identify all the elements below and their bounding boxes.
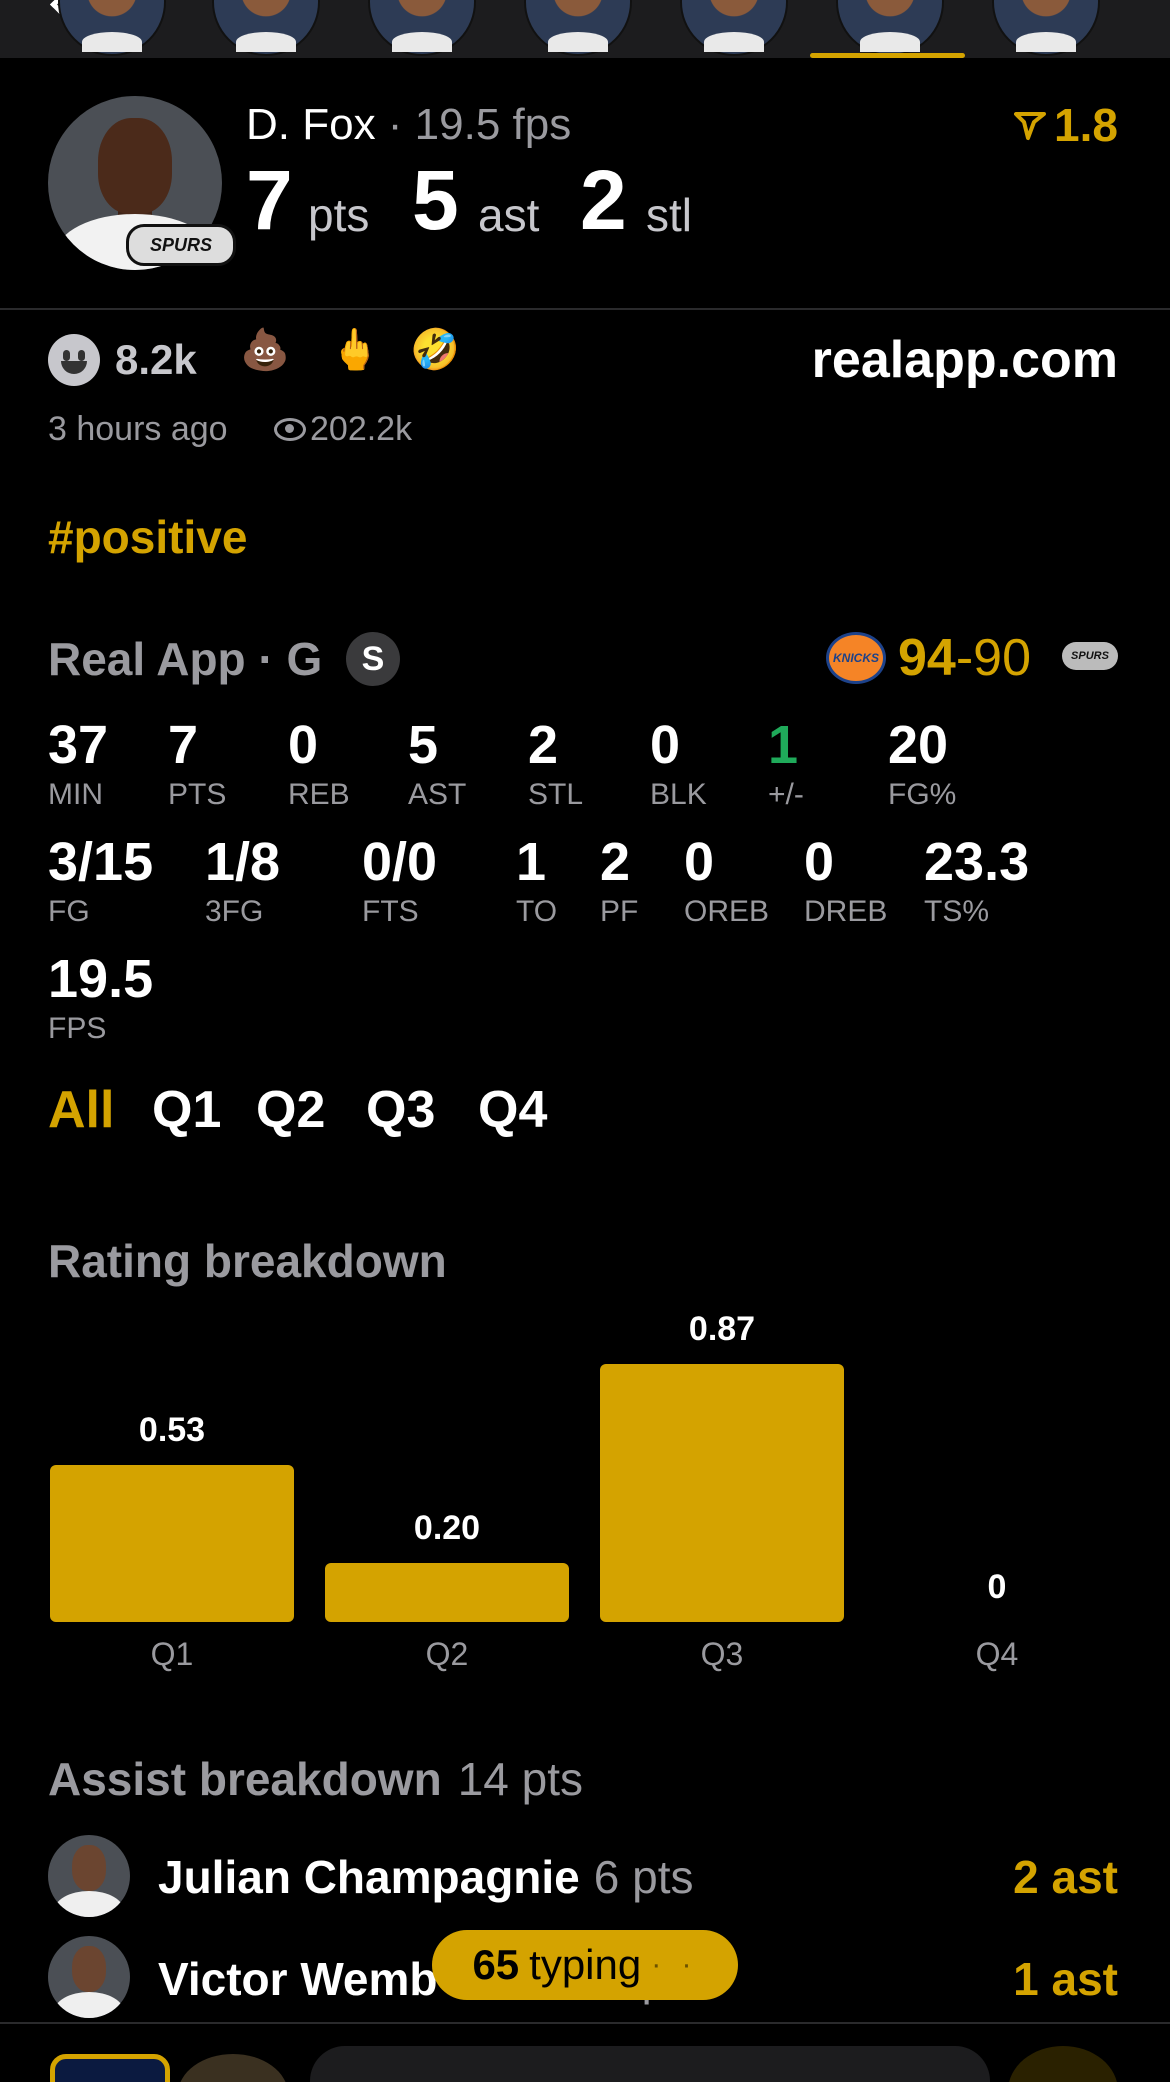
poop-reaction-icon[interactable]: 💩 — [240, 330, 290, 370]
score-opponent: 90 — [973, 629, 1032, 687]
rating-flag-icon — [1014, 112, 1047, 140]
view-count: 202.2k — [310, 410, 413, 448]
stat-to: 1 TO — [516, 832, 558, 928]
assist-breakdown-label: Assist breakdown — [48, 1753, 442, 1805]
assist-count: 1 ast — [1013, 1953, 1118, 2005]
headline-steals-unit: stl — [646, 189, 692, 241]
strip-player-avatar[interactable] — [992, 0, 1100, 56]
hashtag[interactable]: #positive — [48, 510, 247, 564]
assist-player-name[interactable]: Julian Champagnie 6 pts — [158, 1850, 693, 1904]
headline-steals-value: 2 — [580, 153, 627, 247]
rofl-reaction-icon[interactable]: 🤣 — [410, 330, 460, 370]
strip-player-avatar[interactable] — [524, 0, 632, 56]
stat-3fg: 1/8 3FG — [205, 832, 281, 928]
rating-bar-value-q1: 0.53 — [138, 1411, 206, 1449]
tab-all[interactable]: All — [48, 1080, 114, 1140]
typing-dots: · · — [651, 1948, 698, 1981]
stat-oreb: 0 OREB — [684, 832, 770, 928]
stat-pts: 7 PTS — [168, 715, 227, 811]
rating-bar-q3 — [600, 1364, 844, 1622]
game-label: Real App · G — [48, 633, 323, 685]
knicks-logo: KNICKS — [826, 632, 886, 684]
stat-pf: 2 PF — [600, 832, 639, 928]
rating-bar-value-q4: 0 — [987, 1568, 1007, 1606]
rating-bar-category-q2: Q2 — [425, 1636, 469, 1672]
player-strip[interactable] — [0, 0, 1170, 58]
strip-player-avatar-selected[interactable] — [836, 0, 944, 56]
bottom-bar — [0, 2022, 1170, 2082]
stat-fps: 19.5 FPS — [48, 949, 154, 1045]
rating-bar-category-q1: Q1 — [150, 1636, 194, 1672]
stat-dreb: 0 DREB — [804, 832, 888, 928]
typing-label: typing — [529, 1941, 642, 1988]
middle-finger-reaction-icon[interactable]: 🖕 — [330, 330, 380, 370]
rating-bar-category-q4: Q4 — [975, 1636, 1019, 1672]
comment-input[interactable] — [310, 2046, 990, 2082]
assist-name-text: Victor Wemb — [158, 1953, 438, 2005]
game-score: 94-90 — [898, 628, 1031, 688]
strip-player-avatar[interactable] — [368, 0, 476, 56]
score-team: 94 — [898, 629, 956, 687]
assist-points: 6 pts — [593, 1851, 694, 1903]
team-logo: SPURS — [126, 224, 236, 266]
tab-q2[interactable]: Q2 — [256, 1080, 325, 1140]
stat-ts-pct: 23.3 TS% — [924, 832, 1030, 928]
player-name: D. Fox · 19.5 fps — [246, 100, 571, 150]
headline-assists-value: 5 — [412, 153, 459, 247]
rating-bar-category-q3: Q3 — [700, 1636, 744, 1672]
tab-q1[interactable]: Q1 — [152, 1080, 221, 1140]
rating-value: 1.8 — [1054, 99, 1118, 151]
strip-player-avatar[interactable] — [212, 0, 320, 56]
rating-bar-value-q3: 0.87 — [688, 1310, 756, 1348]
headline-assists-unit: ast — [478, 189, 540, 241]
headline-points-value: 7 — [246, 153, 293, 247]
avatar[interactable] — [48, 1936, 130, 2018]
s-badge: S — [346, 632, 400, 686]
assist-count: 2 ast — [1013, 1851, 1118, 1903]
assist-name-text: Julian Champagnie — [158, 1851, 580, 1903]
player-fps: · 19.5 fps — [375, 100, 572, 149]
stat-fts: 0/0 FTS — [362, 832, 438, 928]
player-rating[interactable]: 1.8 — [1014, 98, 1118, 152]
assist-breakdown-total: 14 pts — [457, 1753, 583, 1805]
stat-reb: 0 REB — [288, 715, 350, 811]
rating-breakdown-title: Rating breakdown — [48, 1235, 447, 1287]
score-separator: - — [955, 629, 974, 687]
typing-count: 65 — [472, 1941, 520, 1988]
smiley-reaction-icon[interactable] — [48, 334, 100, 386]
game-button[interactable] — [50, 2054, 170, 2082]
assist-breakdown-title: Assist breakdown 14 pts — [48, 1752, 583, 1806]
tab-q3[interactable]: Q3 — [366, 1080, 435, 1140]
stat-stl: 2 STL — [528, 715, 584, 811]
spurs-logo: SPURS — [1062, 642, 1118, 670]
typing-indicator[interactable]: 65 typing · · — [432, 1930, 738, 2000]
avatar[interactable] — [48, 1835, 130, 1917]
stat-fg: 3/15 FG — [48, 832, 154, 928]
rating-bar-q2 — [325, 1563, 569, 1622]
reaction-count: 8.2k — [115, 336, 197, 383]
header-divider — [0, 308, 1170, 310]
selected-player-indicator — [810, 53, 965, 58]
player-name-text: D. Fox — [246, 100, 376, 149]
stat-blk: 0 BLK — [650, 715, 707, 811]
rating-bar-q1 — [50, 1465, 294, 1622]
strip-player-avatar[interactable] — [58, 0, 166, 56]
eye-icon — [274, 418, 306, 441]
send-button[interactable] — [1008, 2046, 1118, 2082]
stat-plus-minus: 1 +/- — [768, 715, 804, 811]
stat-fg-pct: 20 FG% — [888, 715, 957, 811]
tab-q4[interactable]: Q4 — [478, 1080, 547, 1140]
rating-bar-value-q2: 0.20 — [413, 1509, 481, 1547]
stat-ast: 5 AST — [408, 715, 467, 811]
source-link[interactable]: realapp.com — [812, 330, 1118, 390]
strip-player-avatar[interactable] — [680, 0, 788, 56]
headline-points-unit: pts — [308, 189, 370, 241]
post-timestamp: 3 hours ago — [48, 410, 228, 448]
stat-min: 37 MIN — [48, 715, 109, 811]
avatar[interactable] — [178, 2054, 288, 2082]
